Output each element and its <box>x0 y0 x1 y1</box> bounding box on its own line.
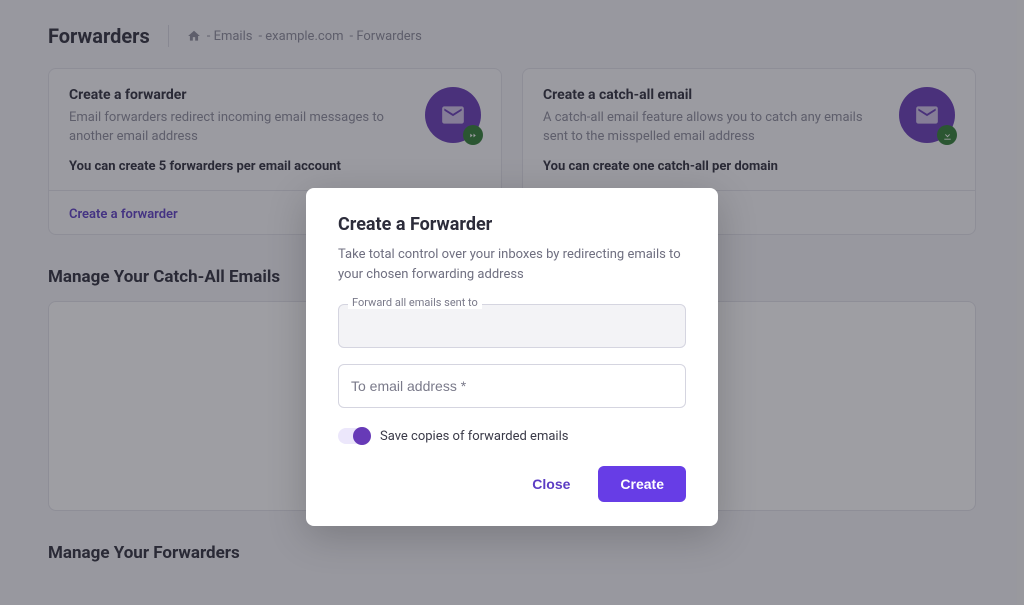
toggle-knob <box>353 427 371 445</box>
from-field-label: Forward all emails sent to <box>348 296 482 309</box>
modal-overlay[interactable]: Create a Forwarder Take total control ov… <box>0 0 1024 605</box>
create-forwarder-modal: Create a Forwarder Take total control ov… <box>306 188 718 526</box>
forward-to-input[interactable] <box>338 364 686 408</box>
close-button[interactable]: Close <box>522 468 580 500</box>
save-copies-label: Save copies of forwarded emails <box>380 429 568 444</box>
modal-title: Create a Forwarder <box>338 214 686 235</box>
save-copies-toggle[interactable] <box>338 428 370 444</box>
create-button[interactable]: Create <box>598 466 686 502</box>
modal-subtitle: Take total control over your inboxes by … <box>338 245 686 284</box>
forward-from-input[interactable] <box>338 304 686 348</box>
